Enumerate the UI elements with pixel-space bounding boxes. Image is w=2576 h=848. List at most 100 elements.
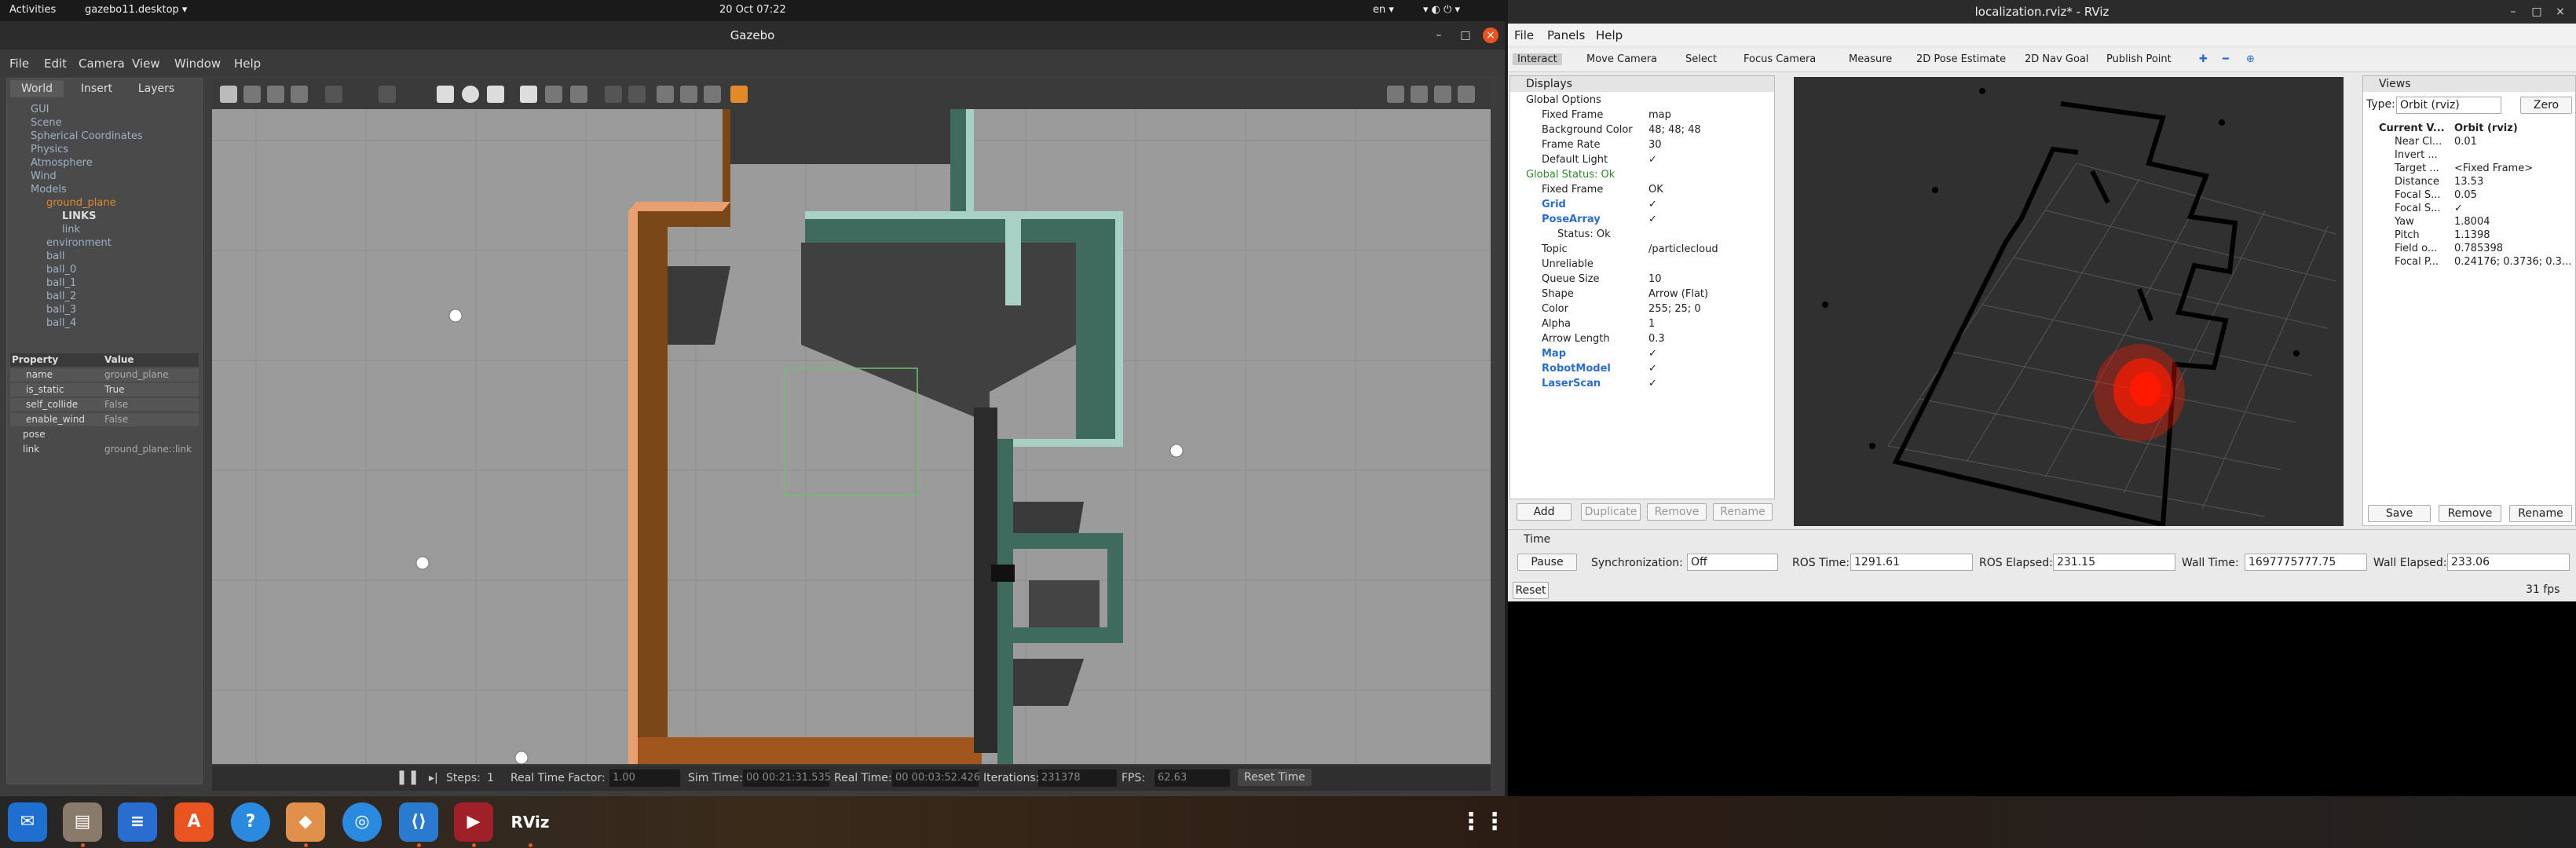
- display-value[interactable]: Arrow (Flat): [1648, 288, 1708, 300]
- tree-item[interactable]: link: [62, 224, 80, 237]
- prop-key[interactable]: link: [23, 444, 39, 455]
- crosshair-icon[interactable]: ⊕: [2246, 53, 2255, 65]
- translate-tool-icon[interactable]: [243, 86, 261, 103]
- prop-key[interactable]: pose: [23, 429, 46, 440]
- terminal-icon[interactable]: ▶: [454, 802, 493, 842]
- remove-button[interactable]: Remove: [1647, 503, 1707, 521]
- plot-icon[interactable]: [1434, 86, 1451, 103]
- ball[interactable]: [415, 556, 430, 570]
- thunderbird-icon[interactable]: ✉: [8, 802, 47, 842]
- view-value[interactable]: 1.1398: [2454, 229, 2490, 241]
- files-icon[interactable]: ▤: [63, 802, 102, 842]
- display-value[interactable]: 255; 25; 0: [1648, 303, 1701, 315]
- display-value[interactable]: ✓: [1648, 154, 1657, 166]
- robot-model[interactable]: [991, 565, 1015, 582]
- tab-world[interactable]: World: [10, 80, 64, 97]
- orange-tool-icon[interactable]: [730, 86, 748, 103]
- pause-icon[interactable]: ❚❚: [396, 769, 419, 785]
- language-indicator[interactable]: en ▾: [1373, 4, 1394, 16]
- display-value[interactable]: 30: [1648, 139, 1662, 151]
- close-icon[interactable]: ×: [1483, 27, 1498, 43]
- snap-icon[interactable]: [680, 86, 697, 103]
- sync-select[interactable]: Off: [1687, 554, 1778, 571]
- ball[interactable]: [514, 751, 529, 764]
- software-icon[interactable]: A: [174, 802, 214, 842]
- steps-value[interactable]: 1: [487, 772, 494, 784]
- rotate-tool-icon[interactable]: [267, 86, 284, 103]
- redo-icon[interactable]: [379, 86, 396, 103]
- close-icon[interactable]: ×: [2552, 4, 2568, 20]
- prop-value[interactable]: False: [104, 399, 128, 410]
- views-type-select[interactable]: Orbit (rviz): [2396, 97, 2501, 114]
- tree-item[interactable]: ball_2: [46, 291, 76, 304]
- menu-file[interactable]: File: [1514, 28, 1534, 42]
- display-key[interactable]: Status: Ok: [1557, 228, 1611, 240]
- display-posearray[interactable]: PoseArray: [1542, 214, 1601, 225]
- step-icon[interactable]: ▸|: [429, 772, 438, 784]
- pause-button[interactable]: Pause: [1517, 554, 1577, 571]
- rename-button[interactable]: Rename: [1713, 503, 1773, 521]
- tree-item[interactable]: Atmosphere: [31, 157, 93, 170]
- sphere-icon[interactable]: [462, 86, 479, 103]
- display-value[interactable]: map: [1648, 109, 1671, 121]
- menu-camera[interactable]: Camera: [79, 57, 125, 71]
- view-key[interactable]: Current V...: [2379, 122, 2445, 134]
- tool-select[interactable]: Select: [1685, 53, 1717, 65]
- help-icon[interactable]: ?: [231, 802, 270, 842]
- copy-icon[interactable]: [605, 86, 622, 103]
- tool-2d-nav-goal[interactable]: 2D Nav Goal: [2025, 53, 2089, 65]
- display-value[interactable]: /particlecloud: [1648, 243, 1718, 255]
- tool-measure[interactable]: Measure: [1849, 53, 1892, 65]
- display-checkbox[interactable]: ✓: [1648, 199, 1657, 210]
- magnet-icon[interactable]: [704, 86, 721, 103]
- ball[interactable]: [1169, 444, 1184, 458]
- menu-view[interactable]: View: [132, 57, 160, 71]
- plus-icon[interactable]: ✚: [2199, 53, 2208, 65]
- tree-item[interactable]: Scene: [31, 117, 62, 130]
- tool-2d-pose-estimate[interactable]: 2D Pose Estimate: [1916, 53, 2006, 65]
- menu-file[interactable]: File: [9, 57, 29, 71]
- prop-value[interactable]: False: [104, 414, 128, 425]
- clock[interactable]: 20 Oct 07:22: [719, 4, 786, 16]
- view-value[interactable]: 0.05: [2454, 189, 2477, 201]
- tree-item[interactable]: ball: [46, 250, 64, 264]
- tab-layers[interactable]: Layers: [130, 80, 183, 97]
- add-button[interactable]: Add: [1517, 503, 1572, 521]
- display-value[interactable]: 0.3: [1648, 333, 1665, 345]
- tree-item[interactable]: Spherical Coordinates: [31, 130, 143, 144]
- spot-light-icon[interactable]: [545, 86, 562, 103]
- view-value[interactable]: <Fixed Frame>: [2454, 163, 2533, 174]
- paste-icon[interactable]: [628, 86, 646, 103]
- gazebo-3d-viewport[interactable]: [212, 109, 1491, 764]
- box-icon[interactable]: [437, 86, 454, 103]
- scale-tool-icon[interactable]: [291, 86, 308, 103]
- rename-view-button[interactable]: Rename: [2509, 505, 2572, 522]
- view-value[interactable]: 0.24176; 0.3736; 0.3...: [2454, 256, 2571, 268]
- display-checkbox[interactable]: ✓: [1648, 214, 1657, 225]
- undo-icon[interactable]: [325, 86, 342, 103]
- duplicate-button[interactable]: Duplicate: [1581, 503, 1641, 521]
- tree-item[interactable]: ball_4: [46, 317, 76, 331]
- vscode-icon[interactable]: ⟨⟩: [399, 802, 438, 842]
- save-view-button[interactable]: Save: [2368, 505, 2431, 522]
- cylinder-icon[interactable]: [487, 86, 504, 103]
- tree-item-selected[interactable]: ground_plane: [46, 197, 116, 210]
- display-key[interactable]: Global Options: [1526, 94, 1601, 106]
- tree-item[interactable]: Models: [31, 184, 67, 197]
- menu-window[interactable]: Window: [174, 57, 221, 71]
- video-icon[interactable]: [1458, 86, 1475, 103]
- app-menu[interactable]: gazebo11.desktop ▾: [85, 4, 187, 16]
- screenshot-icon[interactable]: [1387, 86, 1404, 103]
- minimize-icon[interactable]: –: [1431, 27, 1447, 43]
- rviz-3d-view[interactable]: [1794, 77, 2344, 526]
- view-value[interactable]: ✓: [2454, 203, 2463, 214]
- tree-item[interactable]: Physics: [31, 144, 68, 157]
- prop-value[interactable]: ground_plane: [104, 369, 169, 380]
- view-value[interactable]: 13.53: [2454, 176, 2483, 188]
- wifi-icon[interactable]: ▾ ◐ ⏻ ▾: [1423, 4, 1460, 16]
- menu-panels[interactable]: Panels: [1547, 28, 1585, 42]
- menu-help[interactable]: Help: [1596, 28, 1623, 42]
- display-map[interactable]: Map: [1542, 348, 1566, 360]
- reset-time-button[interactable]: Reset Time: [1238, 769, 1312, 786]
- display-robotmodel[interactable]: RobotModel: [1542, 363, 1611, 375]
